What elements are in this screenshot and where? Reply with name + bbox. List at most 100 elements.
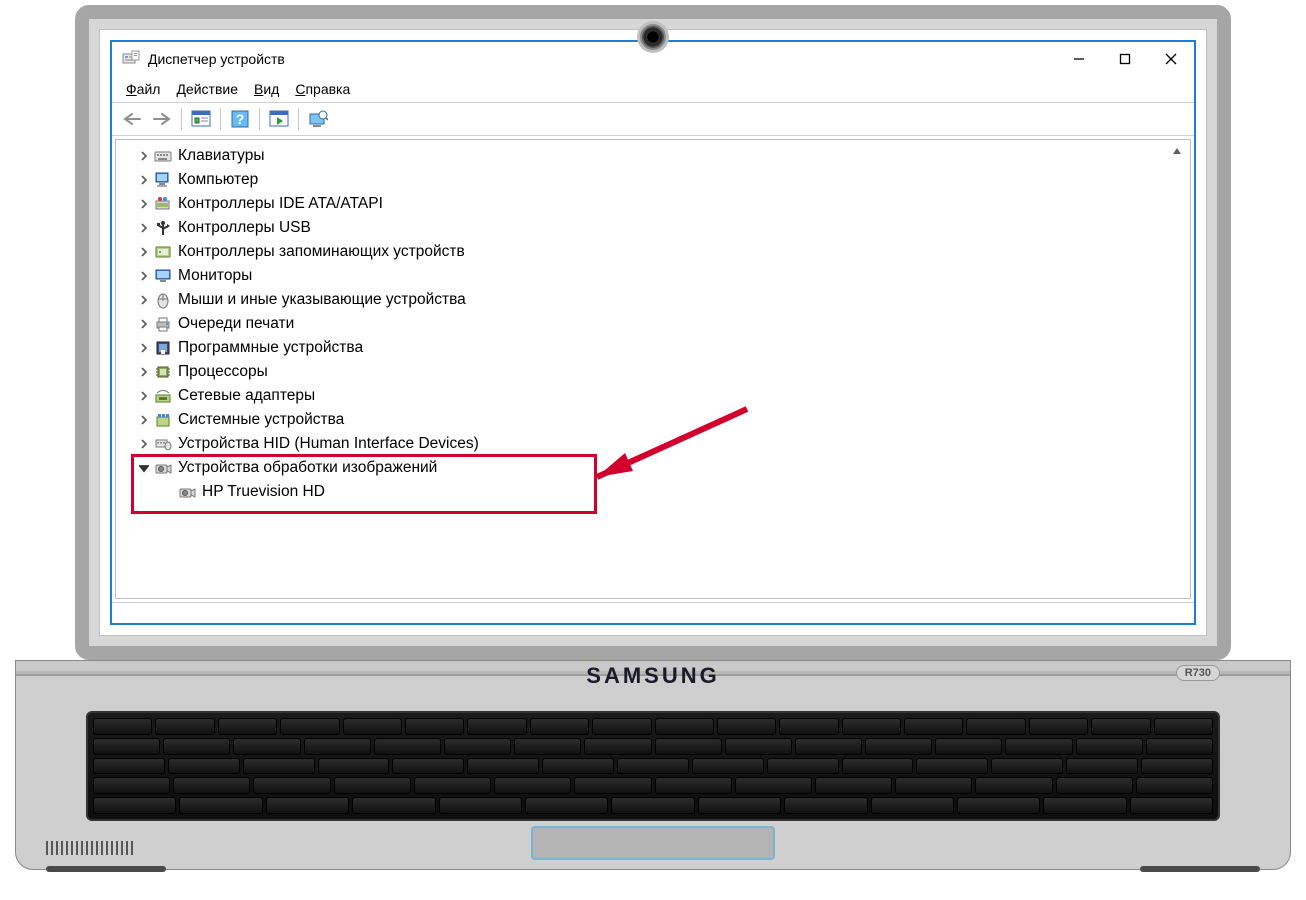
menu-file[interactable]: Файл [120,79,166,99]
tree-label: Мыши и иные указывающие устройства [178,291,466,309]
app-icon [122,50,140,68]
tree-category-printq[interactable]: Очереди печати [116,312,1190,336]
screen: Диспетчер устройств Файл Действие Вид Сп… [99,29,1207,636]
tree-label: Контроллеры запоминающих устройств [178,243,465,261]
tree-category-system[interactable]: Системные устройства [116,408,1190,432]
chevron-right-icon[interactable] [136,292,152,308]
menu-action-label: Д [176,81,185,97]
feet [46,866,1260,881]
tree-category-hid[interactable]: Устройства HID (Human Interface Devices) [116,432,1190,456]
chevron-right-icon[interactable] [136,244,152,260]
tree-label: Компьютер [178,171,258,189]
tree-category-software[interactable]: Программные устройства [116,336,1190,360]
tree-label: Устройства обработки изображений [178,459,437,477]
toolbar-separator [259,108,260,130]
statusbar [112,602,1194,623]
laptop-model: R730 [1176,665,1220,681]
chevron-right-icon[interactable] [136,220,152,236]
chevron-right-icon[interactable] [136,436,152,452]
device-manager-window: Диспетчер устройств Файл Действие Вид Сп… [110,40,1196,625]
chevron-right-icon[interactable] [136,148,152,164]
tree-category-usb[interactable]: Контроллеры USB [116,216,1190,240]
tree-category-computer[interactable]: Компьютер [116,168,1190,192]
chevron-right-icon[interactable] [136,316,152,332]
storage-icon [154,243,172,261]
tree-label: Процессоры [178,363,268,381]
soft-icon [154,339,172,357]
usb-icon [154,219,172,237]
tree-device-hp-cam[interactable]: HP Truevision HD [116,480,1190,504]
toolbar-separator [220,108,221,130]
tree-label: Мониторы [178,267,252,285]
tree-category-mice[interactable]: Мыши и иные указывающие устройства [116,288,1190,312]
tree-category-storage[interactable]: Контроллеры запоминающих устройств [116,240,1190,264]
webcam-lens [640,24,666,50]
close-button[interactable] [1148,42,1194,76]
tree-label: HP Truevision HD [202,483,325,501]
toolbar: ? [112,103,1194,136]
mouse-icon [154,291,172,309]
hid-icon [154,435,172,453]
menu-view[interactable]: Вид [248,79,285,99]
chevron-right-icon[interactable] [136,172,152,188]
tree-category-net[interactable]: Сетевые адаптеры [116,384,1190,408]
net-icon [154,387,172,405]
forward-button[interactable] [148,105,176,133]
tree-category-monitors[interactable]: Мониторы [116,264,1190,288]
tree-category-cpu[interactable]: Процессоры [116,360,1190,384]
properties-button[interactable] [187,105,215,133]
tree-category-keyboards[interactable]: Клавиатуры [116,144,1190,168]
chevron-right-icon[interactable] [136,340,152,356]
menu-help[interactable]: Справка [289,79,356,99]
toolbar-separator [298,108,299,130]
chevron-down-icon[interactable] [136,460,152,476]
laptop-brand: SAMSUNG [16,663,1290,689]
chevron-right-icon[interactable] [136,364,152,380]
printer-icon [154,315,172,333]
computer-icon [154,171,172,189]
show-hidden-button[interactable] [304,105,332,133]
laptop-trackpad [531,826,775,860]
device-tree[interactable]: Клавиатуры Компьютер Контроллеры IDE ATA/A… [116,144,1190,504]
ide-icon [154,195,172,213]
laptop-deck: SAMSUNG R730 [15,660,1291,870]
menu-action[interactable]: Действие [170,79,244,99]
tree-label: Очереди печати [178,315,294,333]
laptop-keyboard [86,711,1220,821]
tree-label: Контроллеры IDE ATA/ATAPI [178,195,383,213]
tree-label: Контроллеры USB [178,219,311,237]
menu-help-label: С [295,81,305,97]
tree-label: Устройства HID (Human Interface Devices) [178,435,479,453]
menubar: Файл Действие Вид Справка [112,76,1194,102]
monitor-icon [154,267,172,285]
tree-category-imaging[interactable]: Устройства обработки изображений [116,456,1190,480]
chevron-right-icon[interactable] [136,412,152,428]
tree-label: Сетевые адаптеры [178,387,315,405]
screen-bezel: Диспетчер устройств Файл Действие Вид Сп… [75,5,1231,660]
chevron-right-icon[interactable] [136,196,152,212]
cpu-icon [154,363,172,381]
camera-icon [154,459,172,477]
svg-text:?: ? [236,111,245,127]
keyboard-icon [154,147,172,165]
scan-button[interactable] [265,105,293,133]
camera-icon [178,483,196,501]
tree-label: Программные устройства [178,339,363,357]
vent [46,841,136,855]
toolbar-separator [181,108,182,130]
chevron-right-icon[interactable] [136,268,152,284]
help-button[interactable]: ? [226,105,254,133]
tree-category-ide[interactable]: Контроллеры IDE ATA/ATAPI [116,192,1190,216]
window-title: Диспетчер устройств [148,51,1056,67]
device-tree-panel: Клавиатуры Компьютер Контроллеры IDE ATA/A… [115,139,1191,599]
scroll-up-button[interactable] [1170,144,1184,158]
tree-label: Клавиатуры [178,147,264,165]
tree-label: Системные устройства [178,411,344,429]
chevron-right-icon[interactable] [136,388,152,404]
system-icon [154,411,172,429]
back-button[interactable] [118,105,146,133]
minimize-button[interactable] [1056,42,1102,76]
maximize-button[interactable] [1102,42,1148,76]
menu-view-label: В [254,81,263,97]
menu-file-label: Ф [126,81,137,97]
